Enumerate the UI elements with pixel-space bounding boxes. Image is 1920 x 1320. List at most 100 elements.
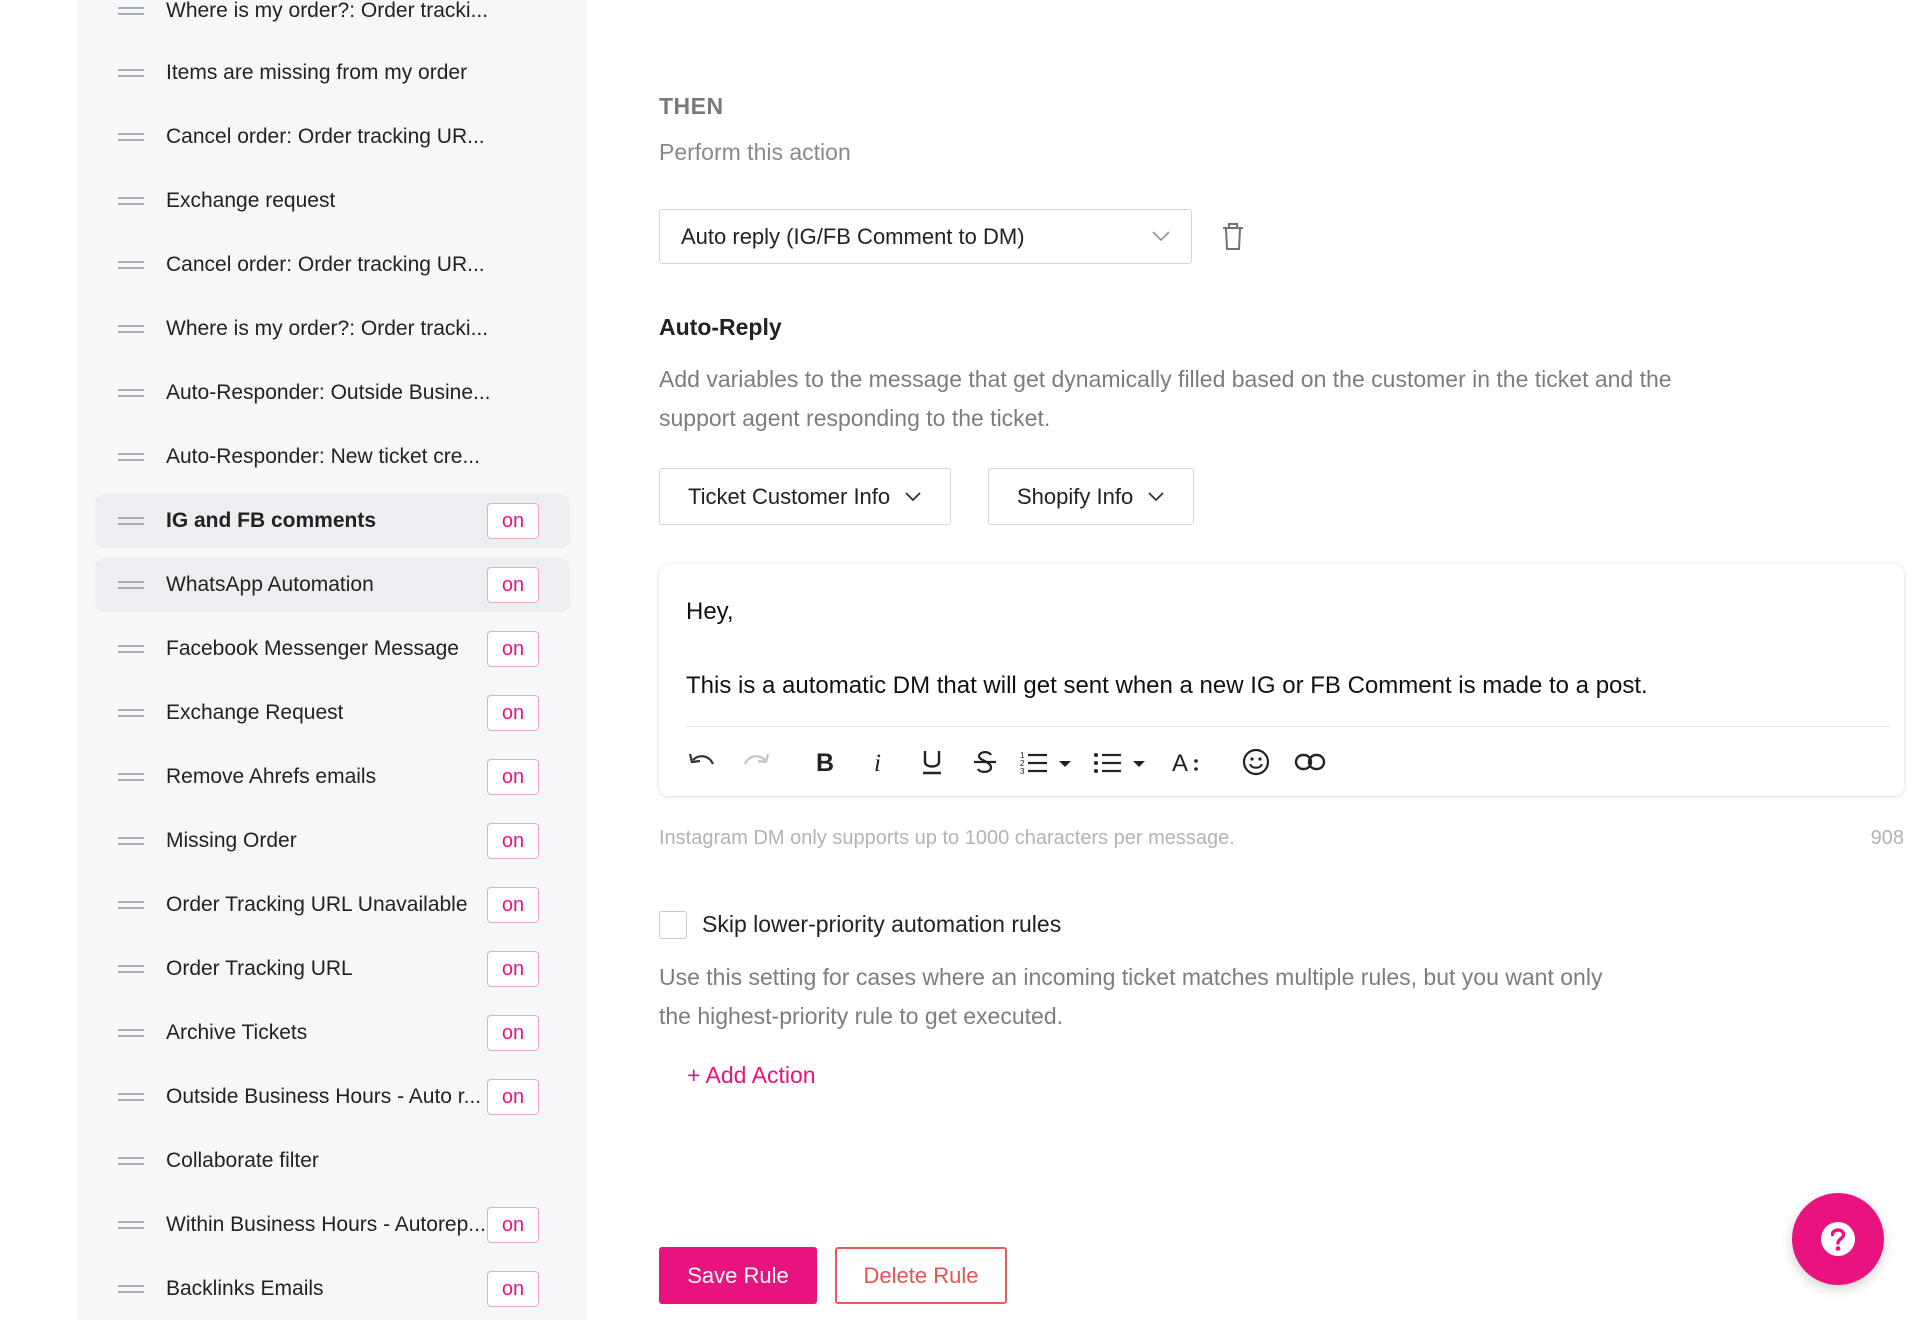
drag-handle-icon[interactable] bbox=[118, 69, 144, 77]
save-rule-button[interactable]: Save Rule bbox=[659, 1247, 817, 1304]
add-action-link[interactable]: + Add Action bbox=[687, 1062, 816, 1089]
message-text-line[interactable]: This is a automatic DM that will get sen… bbox=[686, 672, 1648, 700]
bullet-list-button[interactable] bbox=[1091, 742, 1155, 782]
skip-lower-priority-label[interactable]: Skip lower-priority automation rules bbox=[702, 911, 1061, 938]
underline-button[interactable] bbox=[912, 742, 952, 782]
svg-text:B: B bbox=[816, 749, 834, 775]
chevron-down-icon bbox=[905, 491, 921, 501]
emoji-icon bbox=[1242, 748, 1270, 776]
undo-button[interactable] bbox=[682, 742, 722, 782]
drag-handle-icon[interactable] bbox=[118, 837, 144, 845]
action-select[interactable]: Auto reply (IG/FB Comment to DM) bbox=[659, 209, 1192, 264]
drag-handle-icon[interactable] bbox=[118, 389, 144, 397]
on-status-badge[interactable]: on bbox=[487, 1079, 539, 1115]
svg-text:i: i bbox=[874, 750, 881, 775]
on-status-badge[interactable]: on bbox=[487, 887, 539, 923]
rules-sidebar: Where is my order?: Order tracki... Item… bbox=[77, 0, 587, 1320]
drag-handle-icon[interactable] bbox=[118, 581, 144, 589]
on-status-badge[interactable]: on bbox=[487, 503, 539, 539]
toolbar-divider bbox=[686, 726, 1890, 727]
message-text-line[interactable]: Hey, bbox=[686, 598, 734, 626]
on-status-badge[interactable]: on bbox=[487, 951, 539, 987]
rule-item[interactable]: Remove Ahrefs emails on bbox=[95, 750, 570, 804]
rule-item[interactable]: Order Tracking URL on bbox=[95, 942, 570, 996]
rule-item[interactable]: Archive Tickets on bbox=[95, 1006, 570, 1060]
rule-item-selected[interactable]: IG and FB comments on bbox=[95, 494, 570, 548]
ordered-list-icon: 1 2 3 bbox=[1020, 751, 1071, 775]
font-size-icon: A bbox=[1172, 750, 1198, 775]
redo-icon bbox=[743, 753, 770, 765]
rule-item[interactable]: Where is my order?: Order tracki... bbox=[95, 0, 570, 38]
rule-item[interactable]: Exchange Request on bbox=[95, 686, 570, 740]
rule-item[interactable]: Missing Order on bbox=[95, 814, 570, 868]
font-size-button[interactable]: A bbox=[1166, 742, 1206, 782]
on-status-badge[interactable]: on bbox=[487, 759, 539, 795]
rule-item[interactable]: Backlinks Emails on bbox=[95, 1262, 570, 1316]
rule-item[interactable]: Collaborate filter bbox=[95, 1134, 570, 1188]
drag-handle-icon[interactable] bbox=[118, 453, 144, 461]
rule-item[interactable]: Order Tracking URL Unavailable on bbox=[95, 878, 570, 932]
drag-handle-icon[interactable] bbox=[118, 133, 144, 141]
on-status-badge[interactable]: on bbox=[487, 1207, 539, 1243]
drag-handle-icon[interactable] bbox=[118, 773, 144, 781]
drag-handle-icon[interactable] bbox=[118, 1157, 144, 1165]
ticket-customer-info-dropdown[interactable]: Ticket Customer Info bbox=[659, 468, 952, 525]
rule-item[interactable]: Cancel order: Order tracking UR... bbox=[95, 110, 570, 164]
rule-item[interactable]: Outside Business Hours - Auto r... on bbox=[95, 1070, 570, 1124]
character-limit-note: Instagram DM only supports up to 1000 ch… bbox=[659, 827, 1235, 849]
drag-handle-icon[interactable] bbox=[118, 7, 144, 15]
rule-label: Archive Tickets bbox=[166, 1021, 308, 1044]
rule-item[interactable]: Items are missing from my order bbox=[95, 46, 570, 100]
rule-item[interactable]: Within Business Hours - Autorep... on bbox=[95, 1198, 570, 1252]
emoji-button[interactable] bbox=[1236, 742, 1276, 782]
character-count: 908 bbox=[1870, 827, 1904, 849]
on-status-badge[interactable]: on bbox=[487, 1015, 539, 1051]
italic-button[interactable]: i bbox=[859, 742, 899, 782]
rule-label: Order Tracking URL Unavailable bbox=[166, 893, 468, 916]
drag-handle-icon[interactable] bbox=[118, 261, 144, 269]
rule-item[interactable]: Where is my order?: Order tracki... bbox=[95, 302, 570, 356]
rule-label: Exchange Request bbox=[166, 701, 344, 724]
on-status-badge[interactable]: on bbox=[487, 631, 539, 667]
message-editor[interactable]: Hey, This is a automatic DM that will ge… bbox=[659, 564, 1904, 796]
drag-handle-icon[interactable] bbox=[118, 1093, 144, 1101]
skip-lower-priority-checkbox[interactable] bbox=[659, 911, 687, 939]
ordered-list-button[interactable]: 1 2 3 bbox=[1017, 742, 1081, 782]
rule-item[interactable]: Exchange request bbox=[95, 174, 570, 228]
link-button[interactable] bbox=[1290, 742, 1330, 782]
rule-item[interactable]: Cancel order: Order tracking UR... bbox=[95, 238, 570, 292]
delete-rule-button[interactable]: Delete Rule bbox=[835, 1247, 1007, 1304]
rule-label: Exchange request bbox=[166, 189, 336, 212]
rule-label: Order Tracking URL bbox=[166, 957, 353, 980]
shopify-info-dropdown[interactable]: Shopify Info bbox=[988, 468, 1195, 525]
chevron-down-icon bbox=[1148, 491, 1164, 501]
rule-item[interactable]: WhatsApp Automation on bbox=[95, 558, 570, 612]
drag-handle-icon[interactable] bbox=[118, 517, 144, 525]
rule-item[interactable]: Auto-Responder: Outside Busine... bbox=[95, 366, 570, 420]
question-circle-icon bbox=[1821, 1222, 1855, 1256]
trash-icon[interactable] bbox=[1219, 222, 1247, 252]
drag-handle-icon[interactable] bbox=[118, 1029, 144, 1037]
drag-handle-icon[interactable] bbox=[118, 1285, 144, 1293]
drag-handle-icon[interactable] bbox=[118, 901, 144, 909]
drag-handle-icon[interactable] bbox=[118, 645, 144, 653]
rule-item[interactable]: Auto-Responder: New ticket cre... bbox=[95, 430, 570, 484]
drag-handle-icon[interactable] bbox=[118, 325, 144, 333]
italic-icon: i bbox=[874, 750, 881, 775]
rule-label: Where is my order?: Order tracki... bbox=[166, 317, 489, 340]
bold-button[interactable]: B bbox=[805, 742, 845, 782]
drag-handle-icon[interactable] bbox=[118, 1221, 144, 1229]
on-status-badge[interactable]: on bbox=[487, 567, 539, 603]
rule-item[interactable]: Facebook Messenger Message on bbox=[95, 622, 570, 676]
drag-handle-icon[interactable] bbox=[118, 709, 144, 717]
rule-label: Items are missing from my order bbox=[166, 61, 468, 84]
help-button[interactable] bbox=[1792, 1193, 1884, 1285]
drag-handle-icon[interactable] bbox=[118, 197, 144, 205]
rule-label: Auto-Responder: New ticket cre... bbox=[166, 445, 480, 468]
strikethrough-button[interactable] bbox=[965, 742, 1005, 782]
on-status-badge[interactable]: on bbox=[487, 1271, 539, 1307]
redo-button[interactable] bbox=[736, 742, 776, 782]
drag-handle-icon[interactable] bbox=[118, 965, 144, 973]
on-status-badge[interactable]: on bbox=[487, 823, 539, 859]
on-status-badge[interactable]: on bbox=[487, 695, 539, 731]
